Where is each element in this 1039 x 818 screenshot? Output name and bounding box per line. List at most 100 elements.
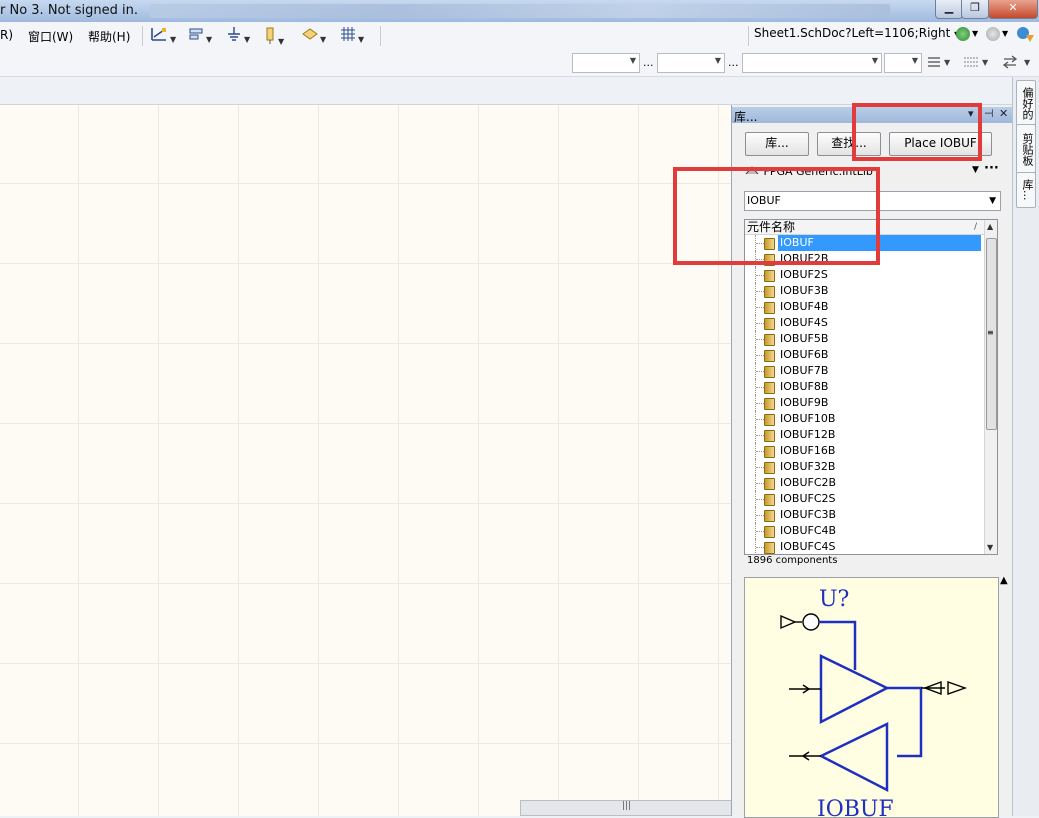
distribute-icon[interactable]: ▼ xyxy=(963,55,989,72)
component-row[interactable]: IOBUF8B xyxy=(745,379,985,395)
maximize-button[interactable]: ❐ xyxy=(961,0,989,19)
component-icon xyxy=(764,350,775,362)
scroll-down-icon[interactable]: ▼ xyxy=(987,543,993,552)
panel-title: 库... xyxy=(734,110,758,124)
bus-tool-icon[interactable]: ▼ xyxy=(188,26,218,44)
component-icon xyxy=(764,286,775,298)
component-row[interactable]: IOBUF3B xyxy=(745,283,985,299)
menu-item-window[interactable]: 窗口(W) xyxy=(28,28,73,45)
component-name: IOBUF8B xyxy=(780,380,829,393)
component-row[interactable]: IOBUF12B xyxy=(745,427,985,443)
comment-label: IOBUF xyxy=(817,797,894,817)
component-row[interactable]: IOBUF6B xyxy=(745,347,985,363)
component-name: IOBUF3B xyxy=(780,284,829,297)
component-icon xyxy=(764,510,775,522)
libraries-button[interactable]: 库... xyxy=(745,132,809,156)
component-tool-icon[interactable]: ▼ xyxy=(264,26,294,46)
component-name: IOBUF10B xyxy=(780,412,836,425)
component-icon xyxy=(764,334,775,346)
forward-dropdown-icon[interactable]: ▼ xyxy=(1002,29,1008,38)
component-row[interactable]: IOBUF5B xyxy=(745,331,985,347)
font-combo[interactable]: ▼ xyxy=(572,53,640,73)
menu-toolbar: R) 窗口(W) 帮助(H) ▼ ▼ ▼ ▼ ▼ ▼ Sheet1.SchDoc… xyxy=(0,22,1039,51)
component-icon xyxy=(764,462,775,474)
component-row[interactable]: IOBUF16B xyxy=(745,443,985,459)
component-name: IOBUF4S xyxy=(780,316,828,329)
right-dock: 偏好的 剪贴板 库... xyxy=(1012,77,1039,816)
component-row[interactable]: IOBUFC2S xyxy=(745,491,985,507)
component-row[interactable]: IOBUF9B xyxy=(745,395,985,411)
component-name: IOBUF4B xyxy=(780,300,829,313)
back-dropdown-icon[interactable]: ▼ xyxy=(972,29,978,38)
component-row[interactable]: IOBUF10B xyxy=(745,411,985,427)
menu-item-help[interactable]: 帮助(H) xyxy=(88,28,130,45)
list-vertical-scrollbar[interactable]: ▲ ≡ ▼ xyxy=(984,220,997,554)
component-row[interactable]: IOBUF7B xyxy=(745,363,985,379)
address-text: Sheet1.SchDoc?Left=1106;Right xyxy=(754,26,951,40)
library-more-button[interactable]: ··· xyxy=(984,161,999,176)
port-tool-icon[interactable]: ▼ xyxy=(302,26,332,44)
component-row[interactable]: IOBUF4S xyxy=(745,315,985,331)
grid-tool-icon[interactable]: ▼ xyxy=(340,26,370,44)
component-icon xyxy=(764,366,775,378)
component-icon xyxy=(764,494,775,506)
component-name: IOBUF12B xyxy=(780,428,836,441)
component-icon xyxy=(764,542,775,554)
component-name: IOBUF16B xyxy=(780,444,836,457)
component-name: IOBUFC2B xyxy=(780,476,837,489)
component-row[interactable]: IOBUF4B xyxy=(745,299,985,315)
dock-tab-clipboard[interactable]: 剪贴板 xyxy=(1016,124,1036,174)
panel-close-icon[interactable]: ✕ xyxy=(999,107,1008,120)
toolbar-separator xyxy=(748,26,749,46)
toolbar-separator xyxy=(142,26,143,46)
close-button[interactable]: ✕ xyxy=(988,0,1038,19)
iobuf-symbol: U? IOBUF xyxy=(780,587,968,817)
pin-icon[interactable]: ⊣ xyxy=(984,107,994,120)
ground-power-icon[interactable]: ▼ xyxy=(226,26,256,44)
component-icon xyxy=(764,430,775,442)
component-icon xyxy=(764,478,775,490)
zoom-combo[interactable]: ▼ xyxy=(884,53,922,73)
filter-dropdown-icon[interactable]: ▼ xyxy=(989,192,996,210)
style-combo[interactable]: ▼ xyxy=(742,53,882,73)
swap-icon[interactable]: ▼ xyxy=(1002,54,1034,73)
dock-tab-favorites[interactable]: 偏好的 xyxy=(1016,80,1036,126)
align-icon[interactable]: ▼ xyxy=(927,55,951,72)
component-row[interactable]: IOBUFC4B xyxy=(745,523,985,539)
dock-tab-libraries[interactable]: 库... xyxy=(1016,172,1036,208)
component-row[interactable]: IOBUF2S xyxy=(745,267,985,283)
size-combo[interactable]: ▼ xyxy=(657,53,725,73)
component-icon xyxy=(764,270,775,282)
wire-tool-icon[interactable]: ▼ xyxy=(150,26,180,44)
component-name: IOBUF32B xyxy=(780,460,836,473)
component-name: IOBUFC4S xyxy=(780,540,836,553)
window-title: r No 3. Not signed in. xyxy=(0,3,138,18)
component-rows: IOBUF IOBUF2B IOBUF2S IOBUF3B IOBUF4B IOBUF4S… xyxy=(745,235,985,554)
preview-collapse-icon[interactable]: ▲ xyxy=(1000,575,1008,586)
component-row[interactable]: IOBUF32B xyxy=(745,459,985,475)
document-tab-strip xyxy=(0,77,1012,105)
component-row[interactable]: IOBUFC3B xyxy=(745,507,985,523)
component-row[interactable]: IOBUFC4S xyxy=(745,539,985,554)
component-icon xyxy=(764,398,775,410)
horizontal-scrollbar[interactable]: ||| xyxy=(520,800,733,816)
taskbar-tabs xyxy=(150,4,890,18)
component-icon xyxy=(764,526,775,538)
svg-text:▼: ▼ xyxy=(1024,58,1031,67)
home-icon[interactable] xyxy=(1016,26,1036,44)
component-list[interactable]: 元件名称 / IOBUF IOBUF2B IOBUF2S IOBUF3B IOBUF4B… xyxy=(744,219,998,555)
library-dropdown-icon[interactable]: ▼ xyxy=(972,165,979,175)
font-more-button[interactable]: ... xyxy=(643,56,654,69)
component-row[interactable]: IOBUFC2B xyxy=(745,475,985,491)
size-more-button[interactable]: ... xyxy=(728,56,739,69)
component-name: IOBUF5B xyxy=(780,332,829,345)
scroll-up-icon[interactable]: ▲ xyxy=(987,222,993,231)
forward-icon[interactable] xyxy=(986,27,1000,41)
minimize-button[interactable]: ▁ xyxy=(935,0,963,19)
document-address[interactable]: Sheet1.SchDoc?Left=1106;Right ▼ xyxy=(754,26,960,44)
menu-item-r[interactable]: R) xyxy=(0,28,13,42)
component-icon xyxy=(764,414,775,426)
scroll-grip-icon: ≡ xyxy=(987,328,994,337)
schematic-canvas[interactable] xyxy=(0,105,731,816)
back-icon[interactable] xyxy=(956,27,970,41)
